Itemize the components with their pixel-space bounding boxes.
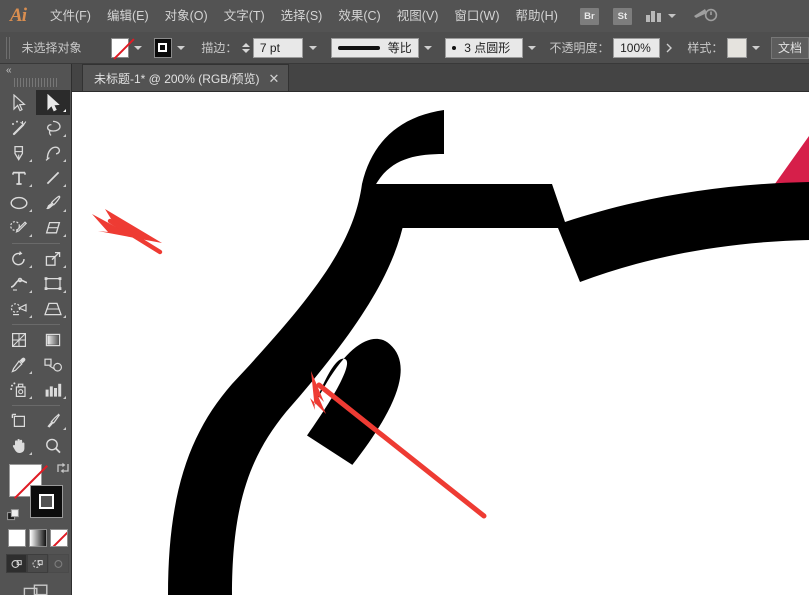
tools-grid — [0, 90, 71, 458]
app-logo-icon: Ai — [0, 0, 34, 32]
paintbrush-tool[interactable] — [36, 190, 70, 215]
stroke-profile-combo[interactable]: 等比 — [331, 38, 419, 58]
graphic-style-swatch[interactable] — [727, 38, 747, 58]
rotate-tool[interactable] — [2, 246, 36, 271]
chevron-down-icon — [668, 14, 676, 18]
perspective-grid-tool[interactable] — [36, 296, 70, 321]
color-mode-buttons — [8, 529, 71, 547]
collapse-panel-icon[interactable]: « — [6, 66, 12, 76]
fill-color-swatch[interactable] — [111, 38, 129, 58]
draw-behind-button[interactable] — [27, 554, 48, 573]
menu-bar: Ai 文件(F) 编辑(E) 对象(O) 文字(T) 选择(S) 效果(C) 视… — [0, 0, 809, 32]
menu-items: 文件(F) 编辑(E) 对象(O) 文字(T) 选择(S) 效果(C) 视图(V… — [42, 0, 566, 32]
artboard-tool[interactable] — [2, 408, 36, 433]
brush-definition-combo[interactable]: 3 点圆形 — [445, 38, 523, 58]
screen-mode-button[interactable] — [0, 582, 71, 595]
swap-fill-stroke-icon[interactable] — [56, 461, 70, 475]
brush-definition-label: 3 点圆形 — [464, 39, 510, 56]
opacity-dropdown[interactable] — [662, 38, 677, 58]
style-label: 样式： — [687, 39, 723, 56]
selection-status-label: 未选择对象 — [15, 39, 110, 56]
menu-object[interactable]: 对象(O) — [157, 4, 216, 28]
none-mode-button[interactable] — [50, 529, 68, 547]
brush-preview-icon — [452, 46, 456, 50]
profile-preview-icon — [338, 46, 380, 50]
menu-view[interactable]: 视图(V) — [389, 4, 447, 28]
zoom-tool[interactable] — [36, 433, 70, 458]
stroke-weight-stepper[interactable] — [242, 43, 250, 53]
workspace-icon — [646, 10, 661, 22]
document-tab[interactable]: 未标题-1* @ 200% (RGB/预览) ✕ — [82, 64, 289, 91]
free-transform-tool[interactable] — [36, 271, 70, 296]
eyedropper-tool[interactable] — [2, 352, 36, 377]
control-bar-grip[interactable] — [6, 37, 11, 59]
scale-tool[interactable] — [36, 246, 70, 271]
document-tab-title: 未标题-1* @ 200% (RGB/预览) — [94, 70, 260, 87]
stroke-color-swatch[interactable] — [154, 38, 172, 58]
mesh-tool[interactable] — [2, 327, 36, 352]
control-bar: 未选择对象 描边： 7 pt 等比 3 点圆形 不透明度： 100% — [0, 32, 809, 64]
close-icon[interactable]: ✕ — [269, 72, 280, 85]
search-adobe-stock-icon[interactable] — [692, 5, 718, 28]
menu-effect[interactable]: 效果(C) — [330, 4, 388, 28]
workspace-switcher[interactable] — [646, 10, 676, 22]
gradient-tool[interactable] — [36, 327, 70, 352]
eraser-tool[interactable] — [36, 215, 70, 240]
stroke-weight-dropdown[interactable] — [305, 38, 320, 58]
direct-selection-tool[interactable] — [36, 90, 70, 115]
tools-panel: « — [0, 64, 72, 595]
brush-definition-dropdown[interactable] — [525, 38, 540, 58]
document-setup-button[interactable]: 文档 — [771, 37, 809, 59]
pencil-tool[interactable] — [2, 215, 36, 240]
stroke-profile-label: 等比 — [388, 39, 412, 56]
slice-tool[interactable] — [36, 408, 70, 433]
drawing-mode-buttons — [6, 554, 71, 573]
symbol-sprayer-tool[interactable] — [2, 377, 36, 402]
hand-tool[interactable] — [2, 433, 36, 458]
canvas-area[interactable] — [72, 92, 809, 595]
column-graph-tool[interactable] — [36, 377, 70, 402]
illustrator-window: Ai 文件(F) 编辑(E) 对象(O) 文字(T) 选择(S) 效果(C) 视… — [0, 0, 809, 595]
draw-normal-button[interactable] — [6, 554, 27, 573]
lasso-tool[interactable] — [36, 115, 70, 140]
default-fill-stroke-icon[interactable] — [7, 509, 20, 522]
selection-tool[interactable] — [2, 90, 36, 115]
artwork-canvas — [72, 92, 809, 595]
menu-help[interactable]: 帮助(H) — [508, 4, 566, 28]
curvature-tool[interactable] — [36, 140, 70, 165]
stock-icon[interactable]: St — [613, 8, 632, 25]
line-segment-tool[interactable] — [36, 165, 70, 190]
menu-window[interactable]: 窗口(W) — [446, 4, 507, 28]
stroke-color-dropdown[interactable] — [174, 38, 189, 58]
stroke-weight-input[interactable]: 7 pt — [253, 38, 303, 58]
document-tab-bar: 未标题-1* @ 200% (RGB/预览) ✕ — [72, 64, 809, 92]
blend-tool[interactable] — [36, 352, 70, 377]
tools-panel-header: « — [0, 64, 71, 78]
opacity-label: 不透明度： — [549, 39, 609, 56]
pen-tool[interactable] — [2, 140, 36, 165]
menu-bar-right-group: Br St — [580, 0, 718, 32]
draw-inside-button[interactable] — [48, 554, 69, 573]
opacity-input[interactable]: 100% — [613, 38, 660, 58]
type-tool[interactable] — [2, 165, 36, 190]
menu-file[interactable]: 文件(F) — [42, 4, 99, 28]
tools-panel-grip[interactable] — [14, 78, 57, 87]
bridge-icon[interactable]: Br — [580, 8, 599, 25]
width-tool[interactable] — [2, 271, 36, 296]
stroke-profile-dropdown[interactable] — [421, 38, 436, 58]
gradient-mode-button[interactable] — [29, 529, 47, 547]
ellipse-tool[interactable] — [2, 190, 36, 215]
menu-type[interactable]: 文字(T) — [216, 4, 273, 28]
menu-select[interactable]: 选择(S) — [273, 4, 331, 28]
color-mode-button[interactable] — [8, 529, 26, 547]
menu-edit[interactable]: 编辑(E) — [99, 4, 157, 28]
shape-builder-tool[interactable] — [2, 296, 36, 321]
graphic-style-dropdown[interactable] — [749, 38, 764, 58]
fill-stroke-proxy — [9, 464, 65, 520]
magic-wand-tool[interactable] — [2, 115, 36, 140]
stroke-weight-label: 描边： — [201, 39, 237, 56]
stroke-proxy-swatch[interactable] — [30, 485, 63, 518]
